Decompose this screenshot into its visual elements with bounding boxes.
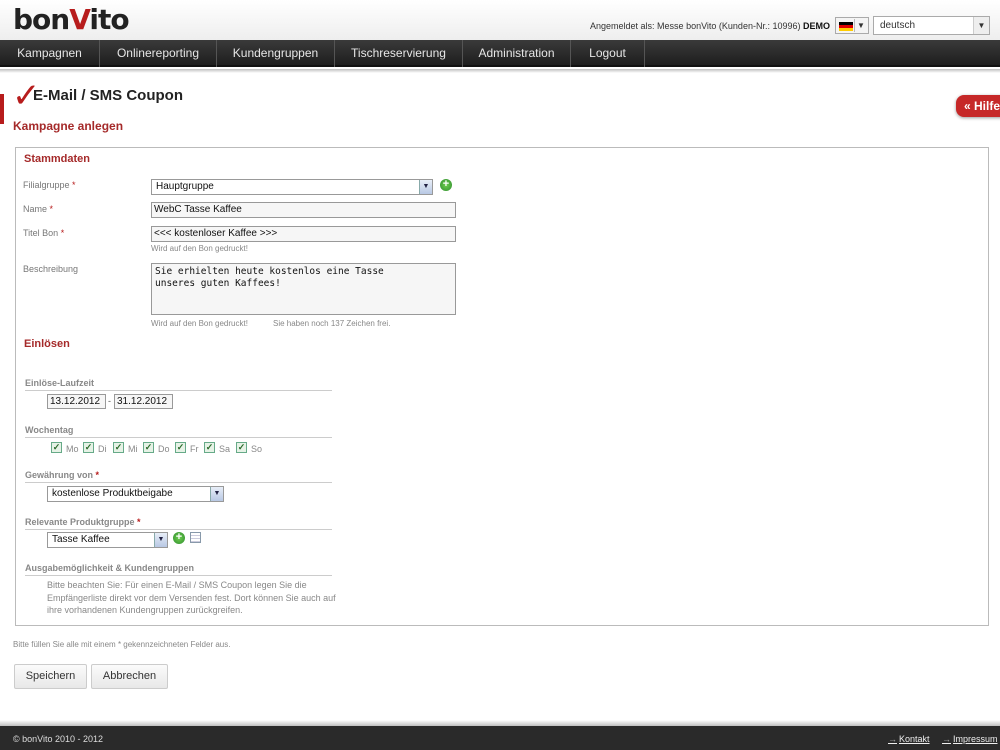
- wochentag-label: Wochentag: [25, 425, 74, 435]
- day-label: Mo: [66, 444, 79, 454]
- nav-item-kundengruppen[interactable]: Kundengruppen: [217, 40, 335, 67]
- top-header: bonVito Angemeldet als: Messe bonVito (K…: [0, 0, 1000, 40]
- produktgruppe-select[interactable]: Tasse Kaffee ▼: [47, 532, 168, 548]
- divider: [25, 482, 332, 483]
- nav-shadow: [0, 69, 1000, 73]
- chevron-down-icon: ▼: [210, 487, 223, 501]
- name-input[interactable]: WebC Tasse Kaffee: [151, 202, 456, 218]
- copyright: © bonVito 2010 - 2012: [13, 734, 104, 744]
- day-label: Di: [98, 444, 107, 454]
- chevron-down-icon: ▼: [854, 19, 867, 32]
- bonvito-logo[interactable]: bonVito: [13, 3, 130, 36]
- footer-link-kontakt[interactable]: → Kontakt: [888, 734, 930, 744]
- footer: © bonVito 2010 - 2012 → Kontakt → Impressu…: [0, 726, 1000, 750]
- day-label: Do: [158, 444, 170, 454]
- chevron-down-icon: ▼: [154, 533, 167, 547]
- help-button[interactable]: « Hilfe: [956, 95, 1000, 117]
- language-select[interactable]: deutsch ▼: [873, 16, 990, 35]
- section-einloesen: Einlösen: [24, 338, 70, 350]
- login-info: Angemeldet als: Messe bonVito (Kunden-Nr…: [590, 21, 830, 31]
- beschreibung-hint: Wird auf den Bon gedruckt!: [151, 319, 248, 328]
- date-from-input[interactable]: 13.12.2012: [47, 394, 106, 409]
- nav-item-onlinereporting[interactable]: Onlinereporting: [100, 40, 217, 67]
- divider: [25, 437, 332, 438]
- chars-left-counter: Sie haben noch 137 Zeichen frei.: [273, 319, 391, 328]
- checkbox-mi[interactable]: ✓: [113, 442, 124, 453]
- checkbox-do[interactable]: ✓: [143, 442, 154, 453]
- titel-bon-label: Titel Bon *: [23, 228, 65, 238]
- required-fields-note: Bitte füllen Sie alle mit einem * gekenn…: [13, 640, 231, 649]
- day-label: Fr: [190, 444, 199, 454]
- filialgruppe-label: Filialgruppe *: [23, 180, 76, 190]
- chevron-down-icon: ▼: [419, 180, 432, 194]
- list-icon[interactable]: [190, 532, 201, 543]
- chevron-down-icon: ▼: [973, 17, 989, 34]
- gewaehrung-select[interactable]: kostenlose Produktbeigabe ▼: [47, 486, 224, 502]
- gewaehrung-label: Gewährung von *: [25, 470, 100, 480]
- divider: [25, 390, 332, 391]
- date-separator: -: [108, 396, 111, 406]
- date-to-input[interactable]: 31.12.2012: [114, 394, 173, 409]
- footer-link-impressum[interactable]: → Impressum: [942, 734, 998, 744]
- name-label: Name *: [23, 204, 54, 214]
- cancel-button[interactable]: Abbrechen: [91, 664, 168, 689]
- nav-item-tischreservierung[interactable]: Tischreservierung: [335, 40, 463, 67]
- red-accent-tab: [0, 94, 4, 124]
- ausgabe-note: Bitte beachten Sie: Für einen E-Mail / S…: [47, 580, 336, 615]
- checkbox-fr[interactable]: ✓: [175, 442, 186, 453]
- beschreibung-label: Beschreibung: [23, 264, 79, 274]
- ausgabe-label: Ausgabemöglichkeit & Kundengruppen: [25, 563, 195, 573]
- checkbox-mo[interactable]: ✓: [51, 442, 62, 453]
- beschreibung-textarea[interactable]: Sie erhielten heute kostenlos eine Tasse…: [151, 263, 456, 315]
- day-label: Sa: [219, 444, 231, 454]
- campaign-form: Stammdaten Filialgruppe * Hauptgruppe ▼ …: [15, 147, 989, 626]
- main-nav: Kampagnen Onlinereporting Kundengruppen …: [0, 40, 1000, 67]
- arrow-right-icon: →: [888, 734, 897, 744]
- titel-bon-input[interactable]: <<< kostenloser Kaffee >>>: [151, 226, 456, 242]
- german-flag-icon: [839, 22, 853, 31]
- produktgruppe-label: Relevante Produktgruppe *: [25, 517, 141, 527]
- filialgruppe-select[interactable]: Hauptgruppe ▼: [151, 179, 433, 195]
- country-select[interactable]: ▼: [835, 17, 869, 34]
- titel-bon-hint: Wird auf den Bon gedruckt!: [151, 244, 248, 253]
- add-icon[interactable]: +: [440, 179, 452, 191]
- laufzeit-label: Einlöse-Laufzeit: [25, 378, 95, 388]
- day-label: So: [251, 444, 263, 454]
- checkbox-so[interactable]: ✓: [236, 442, 247, 453]
- checkbox-sa[interactable]: ✓: [204, 442, 215, 453]
- checkbox-di[interactable]: ✓: [83, 442, 94, 453]
- day-label: Mi: [128, 444, 138, 454]
- nav-item-administration[interactable]: Administration: [463, 40, 571, 67]
- nav-item-logout[interactable]: Logout: [571, 40, 645, 67]
- section-stammdaten: Stammdaten: [24, 153, 91, 165]
- page-subtitle: Kampagne anlegen: [13, 119, 124, 133]
- page-title: E-Mail / SMS Coupon: [33, 87, 183, 104]
- nav-item-kampagnen[interactable]: Kampagnen: [0, 40, 100, 67]
- divider: [25, 529, 332, 530]
- add-icon[interactable]: +: [173, 532, 185, 544]
- arrow-right-icon: →: [942, 734, 951, 744]
- divider: [25, 575, 332, 576]
- save-button[interactable]: Speichern: [14, 664, 87, 689]
